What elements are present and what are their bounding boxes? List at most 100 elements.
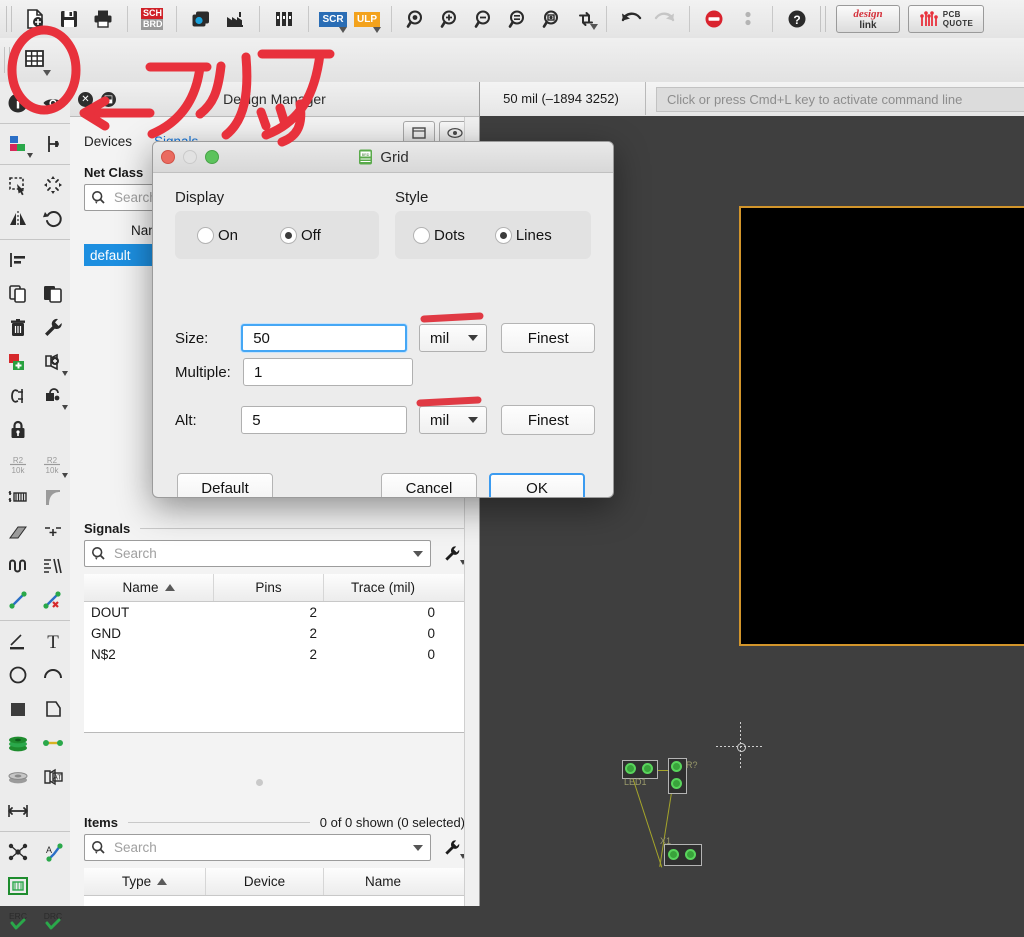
column-header-type[interactable]: Type [84, 868, 206, 895]
sch-brd-switch-button[interactable]: SCH BRD [137, 4, 167, 34]
hole-tool[interactable] [0, 760, 35, 794]
column-header-device[interactable]: Device [206, 868, 324, 895]
mark-tool[interactable] [35, 127, 70, 161]
table-row[interactable]: GND 2 0 [84, 623, 465, 644]
signals-search-input[interactable]: Search [84, 540, 431, 567]
command-line-input[interactable]: Click or press Cmd+L key to activate com… [656, 87, 1024, 112]
via-stack-tool[interactable] [0, 726, 35, 760]
drc-tool[interactable]: DRC [35, 903, 70, 937]
radio-display-on[interactable]: On [197, 226, 238, 244]
meander-tool[interactable] [0, 549, 35, 583]
help-button[interactable]: ? [782, 4, 812, 34]
column-header-trace[interactable]: Trace (mil) [324, 574, 442, 601]
column-header-item-name[interactable]: Name [324, 868, 442, 895]
chevron-down-icon[interactable] [413, 550, 423, 557]
rect-tool[interactable] [0, 692, 35, 726]
chevron-down-icon[interactable] [43, 70, 51, 76]
alt-input[interactable]: 5 [241, 406, 408, 434]
size-finest-button[interactable]: Finest [501, 323, 595, 353]
chevron-down-icon[interactable] [27, 153, 33, 158]
column-header-pins[interactable]: Pins [214, 574, 324, 601]
close-icon[interactable]: ✕ [78, 91, 93, 107]
script-button[interactable]: SCR [318, 4, 348, 34]
chevron-down-icon[interactable] [62, 473, 68, 478]
zoom-options-button[interactable] [537, 4, 567, 34]
default-button[interactable]: Default [177, 473, 273, 497]
autoroute-tool[interactable]: A [35, 835, 70, 869]
grid-button[interactable] [18, 43, 52, 77]
pcb-quote-button[interactable]: PCB QUOTE [908, 5, 984, 33]
change-tool[interactable] [35, 311, 70, 345]
erc-tool[interactable]: ERC [0, 903, 35, 937]
items-search-input[interactable]: Search [84, 834, 431, 861]
new-button[interactable] [20, 4, 50, 34]
multiple-input[interactable]: 1 [243, 358, 413, 386]
component-cluster[interactable]: LED1 R? X1 [620, 756, 730, 868]
wire-tool[interactable] [0, 624, 35, 658]
lock-toggle-tool[interactable] [35, 379, 70, 413]
ratsnest-tool[interactable] [0, 835, 35, 869]
radio-style-lines[interactable]: Lines [494, 226, 552, 244]
miter-tool[interactable] [0, 515, 35, 549]
add-part-tool[interactable] [0, 345, 35, 379]
paste-tool[interactable] [35, 277, 70, 311]
chevron-down-icon[interactable] [62, 371, 68, 376]
radio-display-off[interactable]: Off [280, 226, 321, 244]
lock-tool[interactable] [0, 413, 35, 447]
chevron-down-icon[interactable] [413, 844, 423, 851]
zoom-in-button[interactable] [435, 4, 465, 34]
zoom-fit-button[interactable] [401, 4, 431, 34]
ripup-tool[interactable] [35, 583, 70, 617]
signals-settings-button[interactable] [439, 541, 466, 566]
text-tool[interactable]: T [35, 624, 70, 658]
delete-tool[interactable] [0, 311, 35, 345]
items-settings-button[interactable] [439, 835, 466, 860]
cam-processor-button[interactable] [186, 4, 216, 34]
mirror-tool[interactable] [0, 202, 35, 236]
chevron-down-icon[interactable] [590, 24, 598, 30]
name-value-tool[interactable]: R2 10k [0, 447, 35, 481]
cancel-button[interactable]: Cancel [381, 473, 477, 497]
replace-tool[interactable] [35, 345, 70, 379]
column-header-name[interactable]: Name [84, 574, 214, 601]
ok-button[interactable]: OK [489, 473, 585, 497]
ratsnest-route-tool[interactable] [0, 583, 35, 617]
stop-button[interactable] [699, 4, 729, 34]
tab-devices[interactable]: Devices [84, 134, 132, 153]
circle-tool[interactable] [0, 658, 35, 692]
alt-finest-button[interactable]: Finest [501, 405, 595, 435]
design-link-button[interactable]: design link [836, 5, 900, 33]
move-tool[interactable] [35, 168, 70, 202]
table-row[interactable]: DOUT 2 0 [84, 602, 465, 623]
save-button[interactable] [54, 4, 84, 34]
print-button[interactable] [88, 4, 118, 34]
chevron-down-icon[interactable] [339, 27, 347, 33]
attribute-tool[interactable]: AT [35, 760, 70, 794]
align-tool[interactable] [0, 243, 35, 277]
polygon-tool[interactable] [35, 692, 70, 726]
zoom-select-button[interactable] [503, 4, 533, 34]
alt-unit-select[interactable]: mil [419, 406, 488, 434]
zoom-out-button[interactable] [469, 4, 499, 34]
table-row[interactable]: N$2 2 0 [84, 644, 465, 665]
detach-icon[interactable]: ⬓ [101, 91, 116, 107]
ulp-button[interactable]: ULP [352, 4, 382, 34]
split-tool[interactable] [35, 515, 70, 549]
component-r[interactable] [668, 758, 687, 794]
airwire-segment-tool[interactable] [35, 726, 70, 760]
undo-button[interactable] [616, 4, 646, 34]
size-unit-select[interactable]: mil [419, 324, 488, 352]
arc-tool[interactable] [35, 481, 70, 515]
route-tool[interactable] [35, 549, 70, 583]
group-tool[interactable] [0, 168, 35, 202]
component-x1[interactable] [664, 844, 702, 866]
panel-resize-handle[interactable] [256, 779, 263, 786]
size-input[interactable]: 50 [241, 324, 408, 352]
radio-style-dots[interactable]: Dots [413, 226, 465, 244]
info-tool[interactable] [0, 86, 35, 120]
chevron-down-icon[interactable] [373, 27, 381, 33]
arc-draw-tool[interactable] [35, 658, 70, 692]
more-button[interactable] [733, 4, 763, 34]
chevron-down-icon[interactable] [62, 405, 68, 410]
via-tool[interactable] [0, 481, 35, 515]
